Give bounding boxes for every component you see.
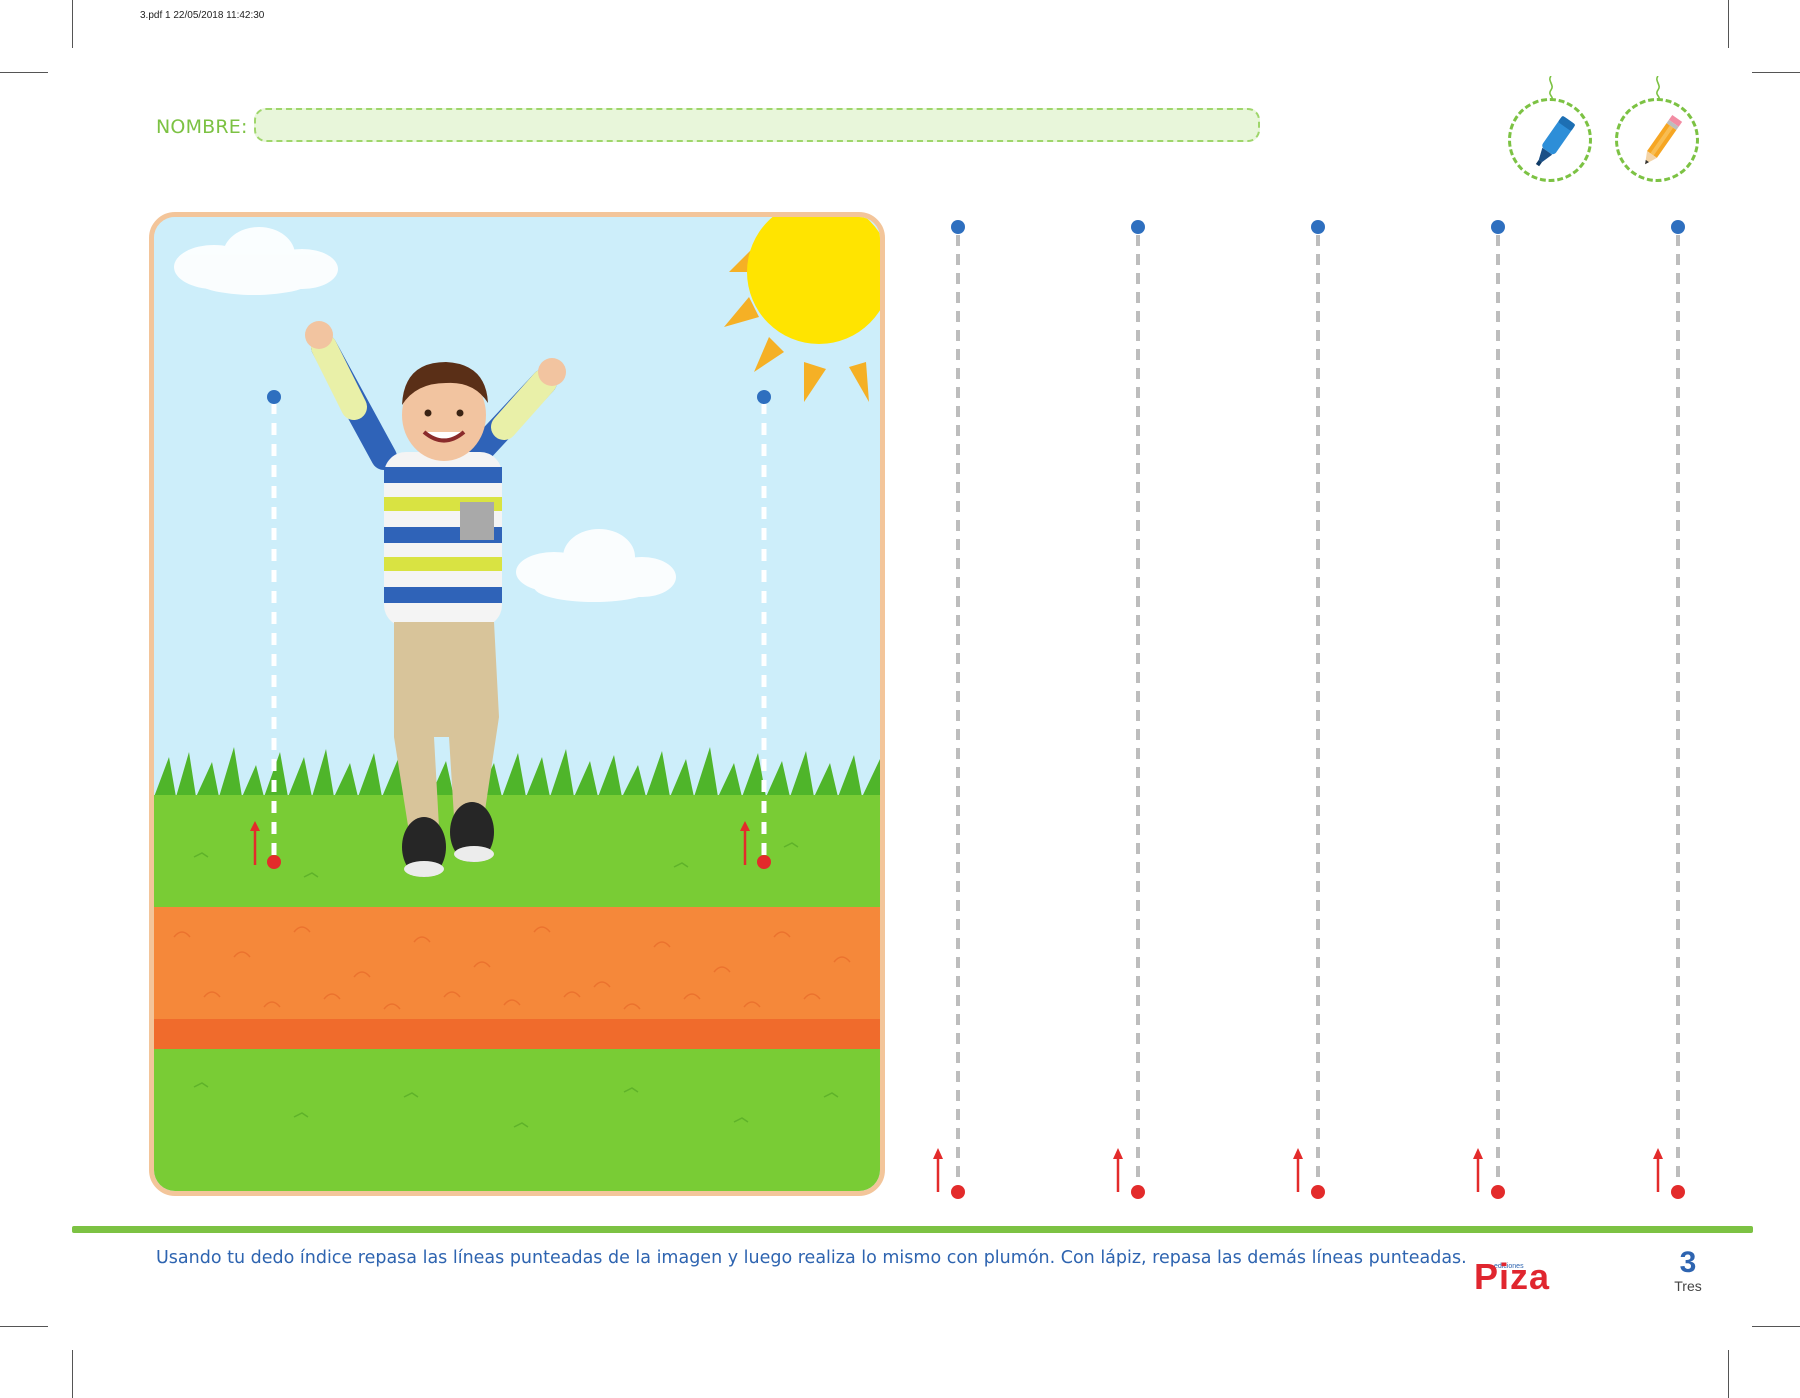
page-number: 3 bbox=[1679, 1246, 1697, 1279]
name-label: NOMBRE: bbox=[156, 116, 248, 138]
crop-mark bbox=[0, 72, 48, 73]
start-dot bbox=[1671, 220, 1685, 234]
end-dot bbox=[1311, 1185, 1325, 1199]
decor-squiggle bbox=[1546, 75, 1556, 101]
trace-line[interactable] bbox=[1473, 220, 1505, 1199]
start-dot bbox=[951, 220, 965, 234]
footer-rule bbox=[72, 1226, 1753, 1233]
crop-mark bbox=[0, 1326, 48, 1327]
marker-icon bbox=[1535, 116, 1575, 167]
name-input[interactable] bbox=[254, 108, 1260, 142]
end-dot bbox=[757, 855, 771, 869]
trace-line[interactable] bbox=[933, 220, 965, 1199]
arrow-up-icon bbox=[1113, 1148, 1123, 1159]
scene-art bbox=[154, 217, 880, 1191]
crop-mark bbox=[72, 0, 73, 48]
crop-mark bbox=[72, 1350, 73, 1398]
page-number-word: Tres bbox=[1674, 1278, 1702, 1294]
arrow-up-icon bbox=[1293, 1148, 1303, 1159]
decor-squiggle bbox=[1653, 75, 1663, 101]
end-dot bbox=[1491, 1185, 1505, 1199]
crop-mark bbox=[1752, 1326, 1800, 1327]
start-dot bbox=[267, 390, 281, 404]
end-dot bbox=[951, 1185, 965, 1199]
start-dot bbox=[1491, 220, 1505, 234]
end-dot bbox=[1131, 1185, 1145, 1199]
practice-trace-area[interactable] bbox=[900, 210, 1720, 1200]
start-dot bbox=[757, 390, 771, 404]
end-dot bbox=[267, 855, 281, 869]
arrow-up-icon bbox=[933, 1148, 943, 1159]
trace-line[interactable] bbox=[1293, 220, 1325, 1199]
trace-line[interactable] bbox=[1113, 220, 1145, 1199]
trace-line[interactable] bbox=[1653, 220, 1685, 1199]
instruction-text: Usando tu dedo índice repasa las líneas … bbox=[156, 1248, 1467, 1268]
start-dot bbox=[1311, 220, 1325, 234]
marker-badge bbox=[1508, 98, 1592, 182]
crop-mark bbox=[1728, 1350, 1729, 1398]
crop-mark bbox=[1728, 0, 1729, 48]
crop-mark bbox=[1752, 72, 1800, 73]
scene-illustration bbox=[149, 212, 885, 1196]
start-dot bbox=[1131, 220, 1145, 234]
arrow-up-icon bbox=[1653, 1148, 1663, 1159]
pencil-badge bbox=[1615, 98, 1699, 182]
pencil-icon bbox=[1645, 114, 1683, 165]
arrow-up-icon bbox=[1473, 1148, 1483, 1159]
publisher-logo: Piza bbox=[1474, 1256, 1551, 1297]
print-header: 3.pdf 1 22/05/2018 11:42:30 bbox=[140, 10, 265, 21]
end-dot bbox=[1671, 1185, 1685, 1199]
